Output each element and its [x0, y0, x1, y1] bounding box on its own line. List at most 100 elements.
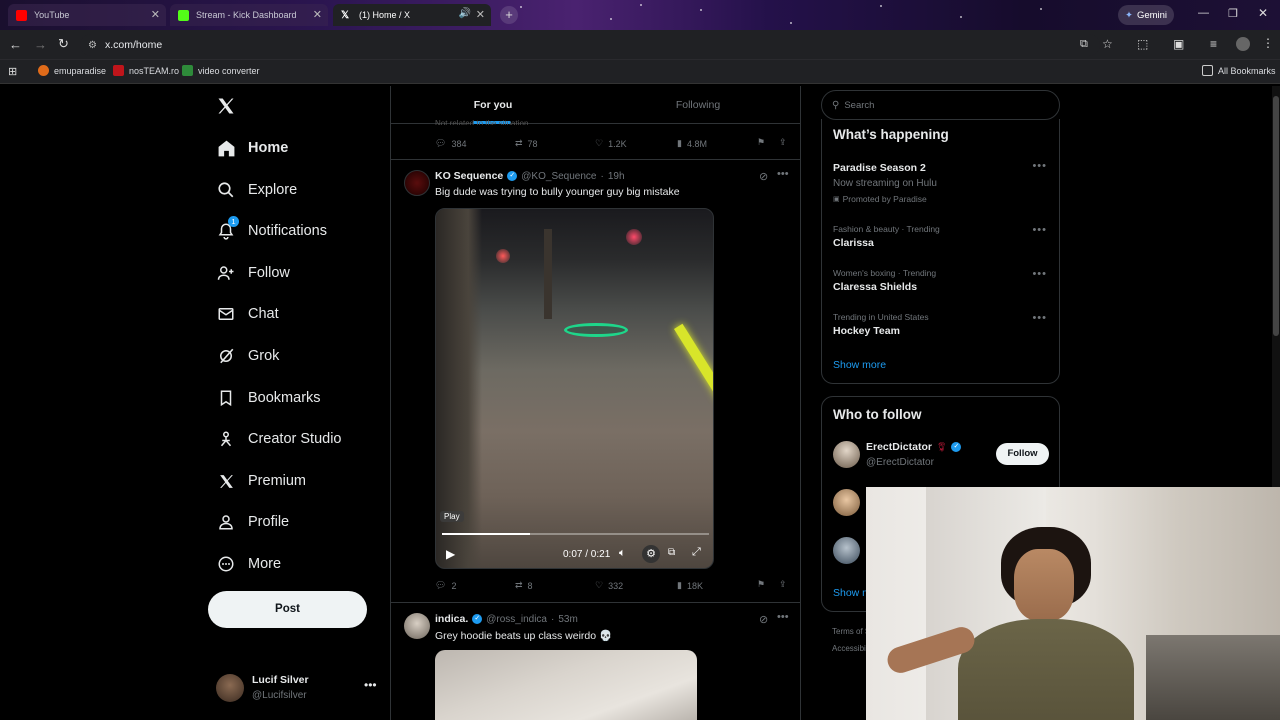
bookmark-tweet-button[interactable]: ⚑: [757, 579, 765, 590]
views-button[interactable]: ▮ 18K: [677, 580, 703, 591]
gemini-button[interactable]: ✦ Gemini: [1118, 5, 1174, 25]
footer-link-accessibility[interactable]: Accessibili: [832, 644, 869, 653]
footer-link-terms[interactable]: Terms of S: [832, 627, 870, 636]
views-button[interactable]: ▮ 4.8M: [677, 138, 707, 149]
x-logo[interactable]: [216, 96, 238, 118]
extensions-icon[interactable]: ⬚: [1137, 37, 1148, 51]
author-name[interactable]: indica.: [435, 613, 468, 625]
menu-icon[interactable]: ⋮: [1262, 36, 1274, 50]
media-icon[interactable]: ▣: [1173, 37, 1184, 51]
bookmark-nosteam[interactable]: nosTEAM.ro: [113, 65, 179, 76]
tweet-text: Grey hoodie beats up class weirdo 💀: [435, 630, 613, 642]
account-icon[interactable]: [1236, 37, 1250, 51]
kick-icon: [178, 9, 189, 21]
sidebar-item-home[interactable]: Home: [216, 133, 288, 163]
follow-button[interactable]: Follow: [996, 443, 1049, 465]
search-input[interactable]: ⚲ Search: [821, 90, 1060, 120]
window-close-icon[interactable]: ✕: [1258, 6, 1268, 20]
tweet[interactable]: KO Sequence ✓ @KO_Sequence · 19h ⊘ ••• B…: [391, 160, 800, 602]
settings-icon[interactable]: ⚙: [642, 545, 660, 563]
trend-more-icon[interactable]: •••: [1032, 224, 1047, 236]
avatar: [404, 170, 430, 196]
tweet-time[interactable]: 53m: [558, 614, 577, 625]
bookmark-tweet-button[interactable]: ⚑: [757, 137, 765, 148]
tweet-time[interactable]: 19h: [608, 171, 625, 182]
sidebar-item-explore[interactable]: Explore: [216, 175, 297, 205]
sidebar-item-grok[interactable]: Grok: [216, 341, 279, 371]
emuparadise-icon: [38, 65, 49, 76]
trend-item[interactable]: Trending in United States Hockey Team ••…: [822, 308, 1059, 344]
trend-item[interactable]: Fashion & beauty · Trending Clarissa •••: [822, 219, 1059, 255]
trend-more-icon[interactable]: •••: [1032, 312, 1047, 324]
play-icon[interactable]: ▶: [446, 547, 455, 561]
all-bookmarks[interactable]: All Bookmarks: [1202, 65, 1276, 76]
close-tab-icon[interactable]: ✕: [313, 8, 322, 21]
bookmark-star-icon[interactable]: ☆: [1102, 37, 1113, 51]
show-more-link[interactable]: Show more: [833, 359, 886, 371]
trend-more-icon[interactable]: •••: [1032, 268, 1047, 280]
video-progress-track[interactable]: [442, 533, 709, 535]
suggestion-name: ErectDictator: [866, 441, 932, 453]
grok-icon[interactable]: ⊘: [759, 170, 768, 183]
grok-icon[interactable]: ⊘: [759, 613, 768, 626]
tab-kick[interactable]: Stream - Kick Dashboard ✕: [170, 4, 328, 26]
account-more-icon[interactable]: •••: [364, 678, 377, 692]
like-button[interactable]: ♡ 1.2K: [595, 138, 627, 149]
sidebar-item-bookmarks[interactable]: Bookmarks: [216, 383, 321, 413]
video-player[interactable]: Play ▶ 0:07 / 0:21 🔈︎ ⚙ ⧉ ⤢: [435, 208, 714, 569]
trend-more-icon[interactable]: •••: [1032, 160, 1047, 172]
sidebar-item-chat[interactable]: Chat: [216, 299, 279, 329]
volume-icon[interactable]: 🔈︎: [619, 547, 626, 560]
tweet-more-icon[interactable]: •••: [777, 611, 789, 623]
tab-following[interactable]: Following: [596, 86, 800, 124]
minimize-icon[interactable]: —: [1198, 7, 1209, 19]
scrollbar-thumb[interactable]: [1273, 96, 1279, 336]
reload-icon[interactable]: ↻: [58, 36, 69, 52]
reply-button[interactable]: 💬︎ 384: [435, 138, 466, 149]
share-icon: ⇪: [779, 137, 787, 147]
post-button[interactable]: Post: [208, 591, 367, 628]
apps-icon[interactable]: ⊞: [8, 65, 17, 78]
tweet-media[interactable]: [435, 650, 697, 720]
fullscreen-icon[interactable]: ⤢: [692, 546, 701, 559]
close-tab-icon[interactable]: ✕: [151, 8, 160, 21]
share-button[interactable]: ⇪: [779, 579, 787, 590]
author-name[interactable]: KO Sequence: [435, 170, 503, 182]
author-handle[interactable]: @KO_Sequence: [521, 171, 596, 182]
sidebar-item-profile[interactable]: Profile: [216, 507, 289, 537]
tweet-more-icon[interactable]: •••: [777, 168, 789, 180]
trend-item[interactable]: Paradise Season 2 Now streaming on Hulu …: [822, 157, 1059, 207]
section-title: What’s happening: [833, 127, 949, 142]
author-handle[interactable]: @ross_indica: [486, 614, 547, 625]
sidebar-item-premium[interactable]: Premium: [216, 466, 306, 496]
reply-button[interactable]: 💬︎ 2: [435, 580, 456, 591]
sidebar-item-creator-studio[interactable]: Creator Studio: [216, 424, 342, 454]
close-tab-icon[interactable]: ✕: [476, 8, 485, 21]
account-switcher[interactable]: Lucif Silver @Lucifsilver •••: [208, 668, 383, 708]
bookmark-video-converter[interactable]: video converter: [182, 65, 260, 76]
share-button[interactable]: ⇪: [779, 137, 787, 148]
pip-icon[interactable]: ⧉: [668, 547, 675, 558]
forward-icon[interactable]: →: [34, 37, 47, 52]
site-info-icon[interactable]: ⚙: [88, 40, 97, 51]
tab-youtube[interactable]: YouTube ✕: [8, 4, 166, 26]
url-field[interactable]: ⚙ x.com/home: [80, 34, 1100, 56]
install-icon[interactable]: ⧉: [1080, 38, 1088, 51]
trend-item[interactable]: Women's boxing · Trending Claressa Shiel…: [822, 264, 1059, 300]
follow-suggestion[interactable]: ErectDictator 🌹︎ ✓ @ErectDictator Follow: [822, 437, 1059, 477]
tweet[interactable]: indica. ✓ @ross_indica · 53m ⊘ ••• Grey …: [391, 603, 800, 720]
back-icon[interactable]: ←: [9, 37, 22, 52]
new-tab-button[interactable]: +: [500, 6, 518, 24]
maximize-icon[interactable]: ❐: [1228, 7, 1238, 20]
sidebar-item-notifications[interactable]: 1 Notifications: [216, 216, 327, 246]
like-button[interactable]: ♡ 332: [595, 580, 623, 591]
speaker-icon[interactable]: 🔊: [459, 8, 471, 19]
tab-x-home[interactable]: 𝕏 (1) Home / X 🔊 ✕: [333, 4, 491, 26]
sidebar-item-more[interactable]: More: [216, 549, 281, 579]
retweet-button[interactable]: ⇄ 8: [515, 580, 533, 591]
bookmark-emuparadise[interactable]: emuparadise: [38, 65, 106, 76]
sidebar-item-follow[interactable]: Follow: [216, 258, 290, 288]
retweet-button[interactable]: ⇄ 78: [515, 138, 538, 149]
sidepanel-icon[interactable]: ≡: [1210, 37, 1217, 51]
trend-title: Hockey Team: [833, 325, 900, 337]
